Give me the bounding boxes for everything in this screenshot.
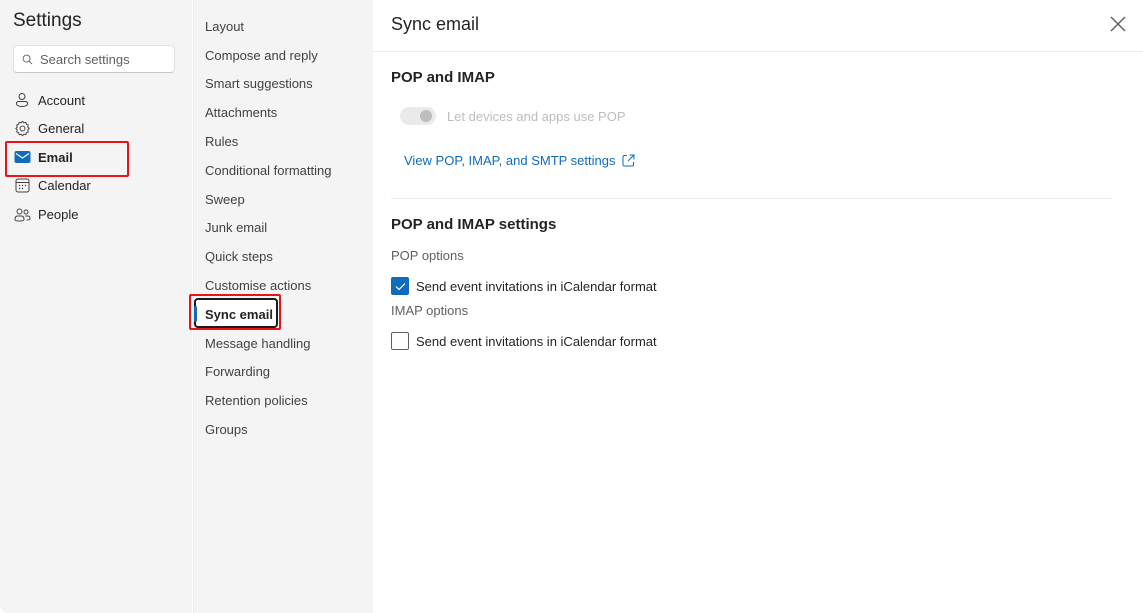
nav-item-email[interactable]: Email bbox=[6, 143, 126, 171]
header-divider bbox=[373, 51, 1143, 52]
subnav-item-forwarding[interactable]: Forwarding bbox=[194, 357, 374, 385]
settings-title: Settings bbox=[13, 10, 82, 31]
subnav-item-message-handling[interactable]: Message handling bbox=[194, 329, 374, 357]
pop-toggle-row: Let devices and apps use POP bbox=[400, 107, 626, 125]
people-icon bbox=[13, 205, 31, 223]
settings-dialog: Settings Account General Email bbox=[0, 0, 1143, 613]
open-external-icon bbox=[622, 154, 635, 167]
nav-item-general[interactable]: General bbox=[6, 114, 126, 142]
nav-item-label: General bbox=[38, 120, 85, 136]
subnav-item-conditional-formatting[interactable]: Conditional formatting bbox=[194, 156, 374, 184]
pop-toggle[interactable] bbox=[400, 107, 436, 125]
subnav-item-smart-suggestions[interactable]: Smart suggestions bbox=[194, 69, 374, 97]
gear-icon bbox=[13, 119, 31, 137]
imap-icalendar-option[interactable]: Send event invitations in iCalendar form… bbox=[391, 332, 657, 350]
person-icon bbox=[13, 91, 31, 109]
pop-options-label: POP options bbox=[391, 248, 464, 263]
nav-item-account[interactable]: Account bbox=[6, 86, 126, 114]
imap-icalendar-label: Send event invitations in iCalendar form… bbox=[416, 333, 657, 349]
close-icon bbox=[1110, 16, 1126, 32]
subnav-item-junk-email[interactable]: Junk email bbox=[194, 213, 374, 241]
subnav-item-quick-steps[interactable]: Quick steps bbox=[194, 242, 374, 270]
settings-category-nav: Settings Account General Email bbox=[0, 0, 192, 613]
mail-icon bbox=[13, 148, 31, 166]
section-divider bbox=[391, 198, 1112, 199]
subnav-item-customise-actions[interactable]: Customise actions bbox=[194, 271, 374, 299]
search-settings-input[interactable] bbox=[40, 51, 165, 67]
subnav-item-layout[interactable]: Layout bbox=[194, 12, 374, 40]
subnav-item-retention-policies[interactable]: Retention policies bbox=[194, 386, 374, 414]
imap-icalendar-checkbox[interactable] bbox=[391, 332, 409, 350]
calendar-icon bbox=[13, 176, 31, 194]
close-button[interactable] bbox=[1107, 13, 1129, 35]
nav-item-label: Calendar bbox=[38, 177, 91, 193]
search-settings-box[interactable] bbox=[13, 45, 175, 73]
nav-item-calendar[interactable]: Calendar bbox=[6, 171, 126, 199]
page-title: Sync email bbox=[391, 14, 480, 34]
checkmark-icon bbox=[395, 282, 405, 290]
pop-icalendar-checkbox[interactable] bbox=[391, 277, 409, 295]
section-title-pop-imap: POP and IMAP bbox=[391, 69, 495, 86]
view-pop-imap-smtp-settings-link[interactable]: View POP, IMAP, and SMTP settings bbox=[404, 153, 635, 168]
nav-item-people[interactable]: People bbox=[6, 200, 126, 228]
subnav-item-attachments[interactable]: Attachments bbox=[194, 98, 374, 126]
pop-icalendar-option[interactable]: Send event invitations in iCalendar form… bbox=[391, 277, 657, 295]
subnav-item-groups[interactable]: Groups bbox=[194, 415, 374, 443]
pop-icalendar-label: Send event invitations in iCalendar form… bbox=[416, 278, 657, 294]
link-label: View POP, IMAP, and SMTP settings bbox=[404, 153, 616, 168]
nav-item-label: People bbox=[38, 206, 79, 222]
toggle-knob bbox=[420, 110, 432, 122]
pop-toggle-label: Let devices and apps use POP bbox=[447, 108, 626, 124]
section-title-pop-imap-settings: POP and IMAP settings bbox=[391, 216, 557, 233]
subnav-item-compose-and-reply[interactable]: Compose and reply bbox=[194, 41, 374, 69]
sync-email-panel: Sync email POP and IMAP Let devices and … bbox=[373, 0, 1143, 613]
imap-options-label: IMAP options bbox=[391, 303, 469, 318]
subnav-item-sweep[interactable]: Sweep bbox=[194, 185, 374, 213]
subnav-item-sync-email[interactable]: Sync email bbox=[194, 300, 374, 328]
nav-item-label: Email bbox=[38, 149, 73, 165]
nav-item-label: Account bbox=[38, 92, 85, 108]
search-icon bbox=[22, 54, 33, 64]
email-settings-subnav: Layout Compose and reply Smart suggestio… bbox=[189, 0, 374, 613]
subnav-item-rules[interactable]: Rules bbox=[194, 127, 374, 155]
